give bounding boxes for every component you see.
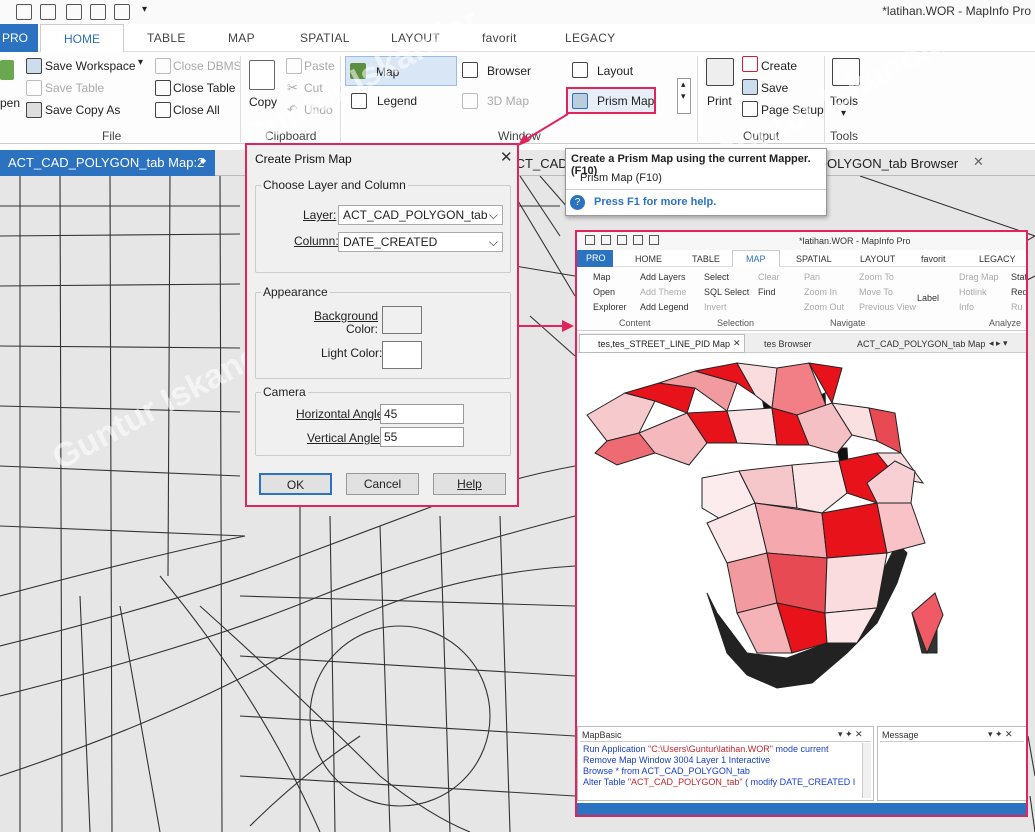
inset-hotlink-button[interactable]: Hotlink bbox=[959, 287, 987, 297]
column-label: Column: bbox=[294, 234, 339, 248]
tooltip-help: Press F1 for more help. bbox=[594, 196, 717, 208]
tooltip-item: Prism Map (F10) bbox=[580, 172, 662, 184]
inset-doc-tabs: tes,tes_STREET_LINE_PID Map ✕ tes Browse… bbox=[577, 333, 1026, 353]
layer-select[interactable]: ACT_CAD_POLYGON_tab ⌵ bbox=[338, 205, 503, 225]
create-prism-map-dialog: Create Prism Map ✕ Choose Layer and Colu… bbox=[245, 143, 519, 507]
inset-tab-map[interactable]: MAP bbox=[732, 250, 780, 268]
inset-content-label: Content bbox=[619, 318, 651, 328]
prism-polygons bbox=[586, 362, 944, 689]
inset-stat-button[interactable]: Stat bbox=[1011, 272, 1026, 282]
inset-map-button[interactable]: Map bbox=[593, 272, 611, 282]
dialog-title: Create Prism Map bbox=[255, 152, 352, 166]
inset-drag-map-button[interactable]: Drag Map bbox=[959, 272, 999, 282]
panel-controls-icon[interactable]: ▾ ✦ ✕ bbox=[988, 729, 1013, 740]
inset-qat-icon bbox=[633, 235, 643, 245]
inset-tab-favorit[interactable]: favorit bbox=[921, 254, 946, 264]
vertical-angle-input[interactable]: 55 bbox=[380, 427, 464, 447]
cancel-button[interactable]: Cancel bbox=[346, 473, 419, 495]
inset-clear-button[interactable]: Clear bbox=[758, 272, 780, 282]
status-bar bbox=[577, 803, 1026, 815]
inset-tab-pro[interactable]: PRO bbox=[577, 250, 613, 267]
prism-map-canvas[interactable] bbox=[577, 353, 1026, 723]
mapbasic-line: Run Application "C:\Users\Guntur\latihan… bbox=[583, 744, 829, 754]
tab-scroll-arrows-icon[interactable]: ◂ ▸ ▾ bbox=[989, 338, 1008, 349]
inset-ru-button[interactable]: Ru bbox=[1011, 302, 1023, 312]
chevron-down-icon: ⌵ bbox=[488, 208, 498, 222]
panel-divider bbox=[880, 741, 1024, 742]
inset-add-legend-button[interactable]: Add Legend bbox=[640, 302, 689, 312]
background-label-color: Color: bbox=[346, 322, 379, 336]
inset-zoom-in-button[interactable]: Zoom In bbox=[804, 287, 837, 297]
chevron-down-icon: ⌵ bbox=[488, 235, 498, 249]
panel-controls-icon[interactable]: ▾ ✦ ✕ bbox=[838, 729, 863, 740]
mapbasic-line: Remove Map Window 3004 Layer 1 Interacti… bbox=[583, 755, 771, 765]
background-label: Background bbox=[314, 309, 379, 323]
tooltip-divider bbox=[566, 189, 826, 190]
inset-info-button[interactable]: Info bbox=[959, 302, 974, 312]
inset-tab-layout[interactable]: LAYOUT bbox=[860, 254, 895, 264]
inset-qat-icon bbox=[601, 235, 611, 245]
inset-qat-icon bbox=[617, 235, 627, 245]
mapbasic-line: Browse * from ACT_CAD_POLYGON_tab bbox=[583, 766, 750, 776]
close-icon[interactable]: ✕ bbox=[500, 148, 513, 166]
inset-label-button[interactable]: Label bbox=[917, 293, 939, 303]
close-icon[interactable]: ✕ bbox=[733, 338, 741, 349]
section-appearance-label: Appearance bbox=[261, 285, 330, 299]
inset-zoom-out-button[interactable]: Zoom Out bbox=[804, 302, 844, 312]
panel-divider bbox=[580, 741, 871, 742]
mapbasic-panel: MapBasic ▾ ✦ ✕ Run Application "C:\Users… bbox=[577, 726, 874, 801]
inset-title: *latihan.WOR - MapInfo Pro bbox=[799, 236, 911, 246]
inset-red-button[interactable]: Red bbox=[1011, 287, 1026, 297]
layer-label: Layer: bbox=[303, 208, 337, 222]
ok-button[interactable]: OK bbox=[259, 473, 332, 495]
inset-open-button[interactable]: Open bbox=[593, 287, 615, 297]
prism-result-window: *latihan.WOR - MapInfo Pro PRO HOME TABL… bbox=[575, 230, 1028, 817]
inset-pan-button[interactable]: Pan bbox=[804, 272, 820, 282]
inset-doc-tab-polygon-map[interactable]: ACT_CAD_POLYGON_tab Map bbox=[857, 339, 985, 349]
help-icon: ? bbox=[570, 195, 585, 210]
section-layer-label: Choose Layer and Column bbox=[261, 178, 408, 192]
section-camera-label: Camera bbox=[261, 385, 308, 399]
inset-ribbon: Map Open Explorer Add Layers Add Theme A… bbox=[577, 267, 1026, 331]
inset-zoom-to-button[interactable]: Zoom To bbox=[859, 272, 894, 282]
prism-map-tooltip: Create a Prism Map using the current Map… bbox=[565, 148, 827, 216]
inset-tab-home[interactable]: HOME bbox=[635, 254, 662, 264]
inset-doc-tab-browser[interactable]: tes Browser bbox=[764, 339, 812, 349]
inset-add-theme-button[interactable]: Add Theme bbox=[640, 287, 686, 297]
inset-selection-label: Selection bbox=[717, 318, 755, 328]
message-title: Message bbox=[882, 730, 919, 740]
light-color-label: Light Color: bbox=[321, 346, 383, 360]
inset-find-button[interactable]: Find bbox=[758, 287, 776, 297]
vertical-angle-label: Vertical Angle: bbox=[307, 431, 384, 445]
mapbasic-line: Alter Table "ACT_CAD_POLYGON_tab" ( modi… bbox=[583, 777, 856, 787]
inset-invert-button[interactable]: Invert bbox=[704, 302, 727, 312]
help-button[interactable]: Help bbox=[433, 473, 506, 495]
inset-doc-tab-street-map[interactable]: tes,tes_STREET_LINE_PID Map bbox=[579, 334, 745, 353]
inset-tab-legacy[interactable]: LEGACY bbox=[979, 254, 1016, 264]
inset-sql-select-button[interactable]: SQL Select bbox=[704, 287, 749, 297]
inset-tab-spatial[interactable]: SPATIAL bbox=[796, 254, 832, 264]
horizontal-angle-input[interactable]: 45 bbox=[380, 404, 464, 424]
inset-tab-table[interactable]: TABLE bbox=[692, 254, 720, 264]
inset-tabs: PRO HOME TABLE MAP SPATIAL LAYOUT favori… bbox=[577, 250, 1026, 268]
layer-column-group bbox=[255, 185, 511, 273]
inset-explorer-button[interactable]: Explorer bbox=[593, 302, 627, 312]
background-color-swatch[interactable] bbox=[382, 306, 422, 334]
inset-titlebar: *latihan.WOR - MapInfo Pro bbox=[577, 232, 1026, 250]
column-select[interactable]: DATE_CREATED ⌵ bbox=[338, 232, 503, 252]
inset-previous-view-button[interactable]: Previous View bbox=[859, 302, 916, 312]
inset-analyze-label: Analyze bbox=[989, 318, 1022, 328]
inset-qat-icon bbox=[585, 235, 595, 245]
mapbasic-title: MapBasic bbox=[582, 730, 622, 740]
light-color-swatch[interactable] bbox=[382, 341, 422, 369]
message-panel: Message ▾ ✦ ✕ bbox=[877, 726, 1026, 801]
inset-move-to-button[interactable]: Move To bbox=[859, 287, 893, 297]
horizontal-angle-label: Horizontal Angle: bbox=[296, 407, 387, 421]
inset-add-layers-button[interactable]: Add Layers bbox=[640, 272, 686, 282]
inset-select-button[interactable]: Select bbox=[704, 272, 729, 282]
inset-navigate-label: Navigate bbox=[830, 318, 866, 328]
mapbasic-scrollbar[interactable] bbox=[862, 743, 871, 798]
inset-qat-icon bbox=[649, 235, 659, 245]
